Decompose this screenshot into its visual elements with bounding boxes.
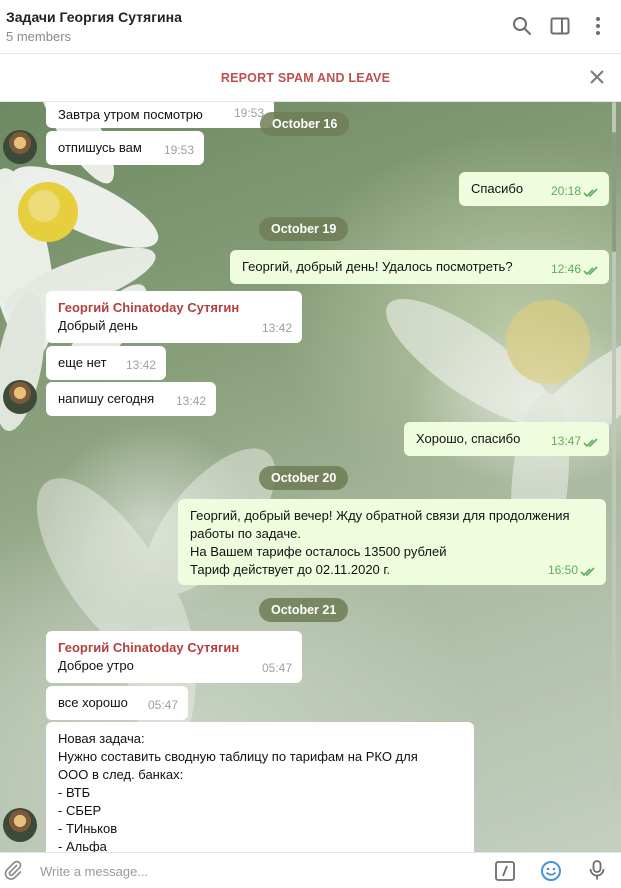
message-text: - ВТБ bbox=[58, 785, 91, 800]
message-time: 16:50 bbox=[547, 563, 578, 577]
date-separator: October 21 bbox=[259, 598, 349, 622]
message-time: 13:42 bbox=[125, 358, 156, 372]
microphone-icon[interactable] bbox=[586, 859, 608, 881]
message-time: 19:53 bbox=[233, 106, 264, 120]
scrollbar-thumb[interactable] bbox=[612, 132, 616, 252]
chat-history[interactable]: Завтра утром посмотрю 19:53 October 16 о… bbox=[0, 102, 621, 852]
message-time: 13:42 bbox=[261, 321, 292, 335]
message-composer bbox=[0, 852, 621, 888]
member-count[interactable]: 5 members bbox=[6, 29, 71, 44]
message-text: На Вашем тарифе осталось 13500 рублей bbox=[190, 544, 447, 559]
double-check-icon bbox=[580, 567, 595, 577]
message-text: Георгий, добрый день! Удалось посмотреть… bbox=[242, 259, 513, 274]
message-bubble[interactable]: все хорошо 05:47 bbox=[46, 686, 188, 720]
date-separator: October 16 bbox=[260, 112, 350, 136]
more-vertical-icon[interactable] bbox=[586, 14, 610, 38]
message-bubble-outgoing[interactable]: Георгий, добрый день! Удалось посмотреть… bbox=[230, 250, 609, 284]
avatar[interactable] bbox=[3, 808, 37, 842]
message-text: - Альфа bbox=[58, 839, 107, 852]
message-time: 20:18 bbox=[550, 184, 581, 198]
message-text: ООО в след. банках: bbox=[58, 767, 184, 782]
message-text: - СБЕР bbox=[58, 803, 102, 818]
message-time: 05:47 bbox=[147, 698, 178, 712]
sidebar-toggle-icon[interactable] bbox=[548, 14, 572, 38]
date-separator: October 19 bbox=[259, 217, 349, 241]
double-check-icon bbox=[583, 266, 598, 276]
chat-header: Задачи Георгия Сутягина 5 members bbox=[0, 0, 621, 54]
avatar[interactable] bbox=[3, 130, 37, 164]
search-icon[interactable] bbox=[510, 14, 534, 38]
sender-name[interactable]: Георгий Chinatoday Сутягин bbox=[58, 299, 290, 317]
message-text: Тариф действует до 02.11.2020 г. bbox=[190, 562, 391, 577]
message-text: Доброе утро bbox=[58, 658, 134, 673]
message-text: все хорошо bbox=[58, 695, 128, 710]
message-bubble[interactable]: отпишусь вам 19:53 bbox=[46, 131, 204, 165]
message-bubble[interactable]: Новая задача: Нужно составить сводную та… bbox=[46, 722, 474, 852]
message-text: Завтра утром посмотрю bbox=[58, 107, 203, 122]
message-bubble[interactable]: напишу сегодня 13:42 bbox=[46, 382, 216, 416]
message-text: Хорошо, спасибо bbox=[416, 431, 521, 446]
report-spam-bar: REPORT SPAM AND LEAVE bbox=[0, 55, 621, 102]
message-text: Георгий, добрый вечер! Жду обратной связ… bbox=[190, 508, 570, 523]
message-time: 13:47 bbox=[550, 434, 581, 448]
message-time: 13:42 bbox=[175, 394, 206, 408]
message-text: работы по задаче. bbox=[190, 526, 301, 541]
message-text: Добрый день bbox=[58, 318, 138, 333]
message-text: Новая задача: bbox=[58, 731, 145, 746]
message-text: еще нет bbox=[58, 355, 107, 370]
date-separator: October 20 bbox=[259, 466, 349, 490]
message-bubble-outgoing[interactable]: Спасибо 20:18 bbox=[459, 172, 609, 206]
message-time: 12:46 bbox=[550, 262, 581, 276]
slash-command-icon[interactable] bbox=[494, 860, 516, 882]
message-time: 19:53 bbox=[163, 143, 194, 157]
chat-title[interactable]: Задачи Георгия Сутягина bbox=[6, 9, 182, 25]
paperclip-icon[interactable] bbox=[2, 859, 24, 881]
message-text: напишу сегодня bbox=[58, 391, 155, 406]
avatar[interactable] bbox=[3, 380, 37, 414]
message-text: Спасибо bbox=[471, 181, 524, 196]
message-text: отпишусь вам bbox=[58, 140, 142, 155]
message-bubble[interactable]: Георгий Chinatoday Сутягин Добрый день 1… bbox=[46, 291, 302, 343]
message-bubble-outgoing[interactable]: Георгий, добрый вечер! Жду обратной связ… bbox=[178, 499, 606, 585]
message-text: Нужно составить сводную таблицу по тариф… bbox=[58, 749, 418, 764]
sender-name[interactable]: Георгий Chinatoday Сутягин bbox=[58, 639, 290, 657]
message-text: - ТИньков bbox=[58, 821, 118, 836]
close-icon[interactable] bbox=[588, 68, 606, 86]
message-bubble[interactable]: Георгий Chinatoday Сутягин Доброе утро 0… bbox=[46, 631, 302, 683]
double-check-icon bbox=[583, 188, 598, 198]
report-spam-button[interactable]: REPORT SPAM AND LEAVE bbox=[0, 71, 611, 85]
message-bubble[interactable]: Завтра утром посмотрю 19:53 bbox=[46, 102, 274, 128]
message-input[interactable] bbox=[40, 861, 480, 881]
message-time: 05:47 bbox=[261, 661, 292, 675]
message-bubble-outgoing[interactable]: Хорошо, спасибо 13:47 bbox=[404, 422, 609, 456]
emoji-icon[interactable] bbox=[540, 860, 562, 882]
double-check-icon bbox=[583, 438, 598, 448]
message-bubble[interactable]: еще нет 13:42 bbox=[46, 346, 166, 380]
